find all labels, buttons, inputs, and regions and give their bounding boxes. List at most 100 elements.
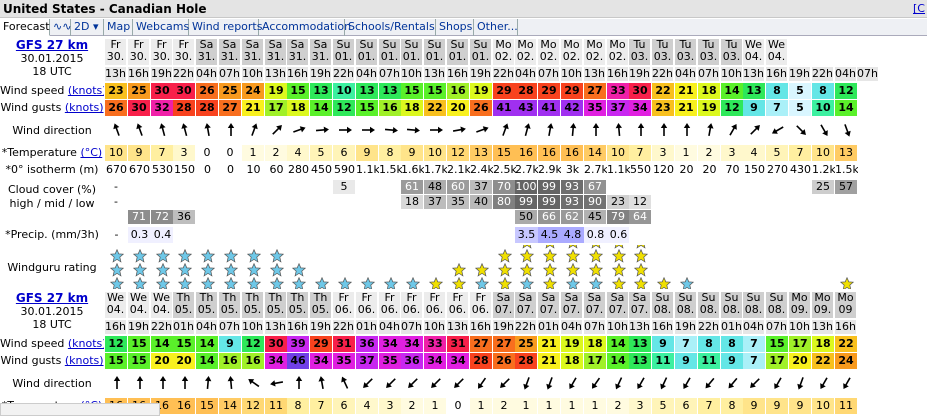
- menu-2d[interactable]: 2D ▾: [71, 19, 104, 36]
- cloud-high-cell: 48: [424, 180, 447, 194]
- cloud-low-cell: [333, 210, 356, 224]
- precip-cell: [447, 227, 470, 243]
- temp-unit-link[interactable]: (°C): [80, 146, 102, 159]
- day-header: Fr 06.: [424, 292, 446, 318]
- hour-cell: 13h: [629, 320, 651, 334]
- cloud-low-cell: [401, 210, 424, 224]
- star-icon: [200, 277, 215, 289]
- wind-speed-cell: 14: [607, 336, 630, 352]
- wind-direction-cell: [515, 371, 538, 397]
- gold-star-icon: [633, 249, 648, 263]
- wind-speed-cell: 13: [629, 336, 652, 352]
- isotherm-cell: 2.1k: [447, 163, 470, 176]
- menu-wind-reports[interactable]: Wind reports: [189, 19, 262, 36]
- wind-gusts-cell: 34: [310, 353, 333, 369]
- wind-speed-cell: 15: [287, 83, 310, 99]
- wind-direction-cell: [835, 371, 858, 397]
- day-date: 07.: [516, 303, 535, 316]
- units-link[interactable]: (knots): [68, 84, 104, 97]
- wind-arrow-icon: [429, 126, 443, 134]
- isotherm-cell: 60: [269, 163, 284, 176]
- temperature-label: *Temperature (°C): [0, 145, 104, 161]
- wind-arrow-icon: [843, 124, 851, 137]
- precip-cell: [310, 227, 333, 243]
- isotherm-label: *0° isotherm (m): [0, 162, 104, 178]
- hour-cell: 16h: [766, 67, 788, 81]
- rating-cell: [310, 245, 333, 289]
- cloud-mid-cell: 99: [515, 195, 538, 209]
- wind-direction-cell: [493, 118, 516, 144]
- temperature-cell: 9: [789, 398, 812, 414]
- temperature-cell: 12: [242, 398, 265, 414]
- menu-map[interactable]: Map: [104, 19, 133, 36]
- cloud-low-cell: 79: [607, 210, 630, 224]
- day-header: Sa 07.: [584, 292, 606, 318]
- wind-direction-cell: [538, 371, 561, 397]
- day-date: 31.: [220, 50, 239, 63]
- cloud-low-cell: [105, 210, 128, 224]
- wind-speed-cell: 25: [515, 336, 538, 352]
- cloud-high-cell: 60: [447, 180, 470, 194]
- star-icon: [314, 277, 329, 289]
- day-header: Su 01.: [379, 39, 401, 65]
- day-date: 01.: [334, 50, 353, 63]
- wind-speed-cell: 13: [356, 83, 379, 99]
- wind-arrow-icon: [135, 123, 143, 136]
- wind-gusts-cell: 32: [151, 100, 174, 116]
- star-icon: [269, 249, 284, 263]
- menu-accommodation[interactable]: Accommodation: [259, 19, 351, 36]
- hour-cell: 04h: [515, 67, 537, 81]
- wind-speed-cell: 34: [401, 336, 424, 352]
- day-date: 01.: [402, 50, 421, 63]
- day-date: 06.: [334, 303, 353, 316]
- temperature-cell: 4: [743, 145, 766, 161]
- cloud-low-cell: [743, 210, 766, 224]
- day-header: Fr 30.: [105, 39, 127, 65]
- menu-other[interactable]: Other...: [474, 19, 518, 36]
- units-link[interactable]: (knots): [65, 354, 104, 367]
- gold-star-icon: [656, 277, 671, 289]
- precip-cell: [265, 227, 288, 243]
- temperature-cell: 3: [721, 145, 744, 161]
- wind-arrow-icon: [682, 377, 691, 390]
- wind-speed-cell: 27: [493, 336, 516, 352]
- units-link[interactable]: (knots): [68, 337, 104, 350]
- hour-cell: 16h: [835, 320, 857, 334]
- wind-direction-cell: [721, 371, 744, 397]
- temperature-cell: 1: [470, 398, 493, 414]
- wind-speed-cell: 33: [607, 83, 630, 99]
- menu-webcams[interactable]: Webcams: [133, 19, 189, 36]
- model-time: 18 UTC: [32, 65, 72, 78]
- gold-star-icon: [542, 263, 557, 277]
- wind-arrow-icon: [362, 378, 373, 388]
- corner-link[interactable]: [C: [913, 2, 925, 15]
- cloud-low-cell: [812, 210, 835, 224]
- hour-cell: 04h: [356, 67, 378, 81]
- rating-cell: [265, 245, 288, 289]
- menu-schools-rentals[interactable]: Schools/Rentals: [345, 19, 436, 36]
- wind-speed-cell: 19: [470, 83, 493, 99]
- day-header: Fr 06.: [470, 292, 492, 318]
- model-link[interactable]: GFS 27 km: [16, 292, 88, 305]
- cloud-mid-cell: 35: [447, 195, 470, 209]
- day-date: 01.: [471, 50, 490, 63]
- wind-gusts-cell: 43: [515, 100, 538, 116]
- temperature-cell: 11: [265, 398, 288, 414]
- isotherm-cell: 270: [767, 163, 788, 176]
- model-link[interactable]: GFS 27 km: [16, 39, 88, 52]
- star-icon: [223, 263, 238, 277]
- menu-forecast[interactable]: Forecast: [0, 19, 50, 36]
- hour-cell: 13h: [265, 320, 287, 334]
- wind-arrow-icon: [795, 125, 806, 135]
- wind-arrow-icon: [406, 126, 420, 134]
- temperature-cell: 2: [493, 398, 516, 414]
- rating-cell: [105, 245, 128, 289]
- rating-cell: [379, 245, 402, 289]
- day-header: Fr 30.: [128, 39, 150, 65]
- wind-gusts-cell: 18: [561, 353, 584, 369]
- cloud-mid-cell: 12: [629, 195, 652, 209]
- hour-cell: 22h: [151, 320, 173, 334]
- menu-graph[interactable]: ∿∿: [50, 19, 71, 36]
- menu-shops[interactable]: Shops: [436, 19, 474, 36]
- units-link[interactable]: (knots): [65, 101, 104, 114]
